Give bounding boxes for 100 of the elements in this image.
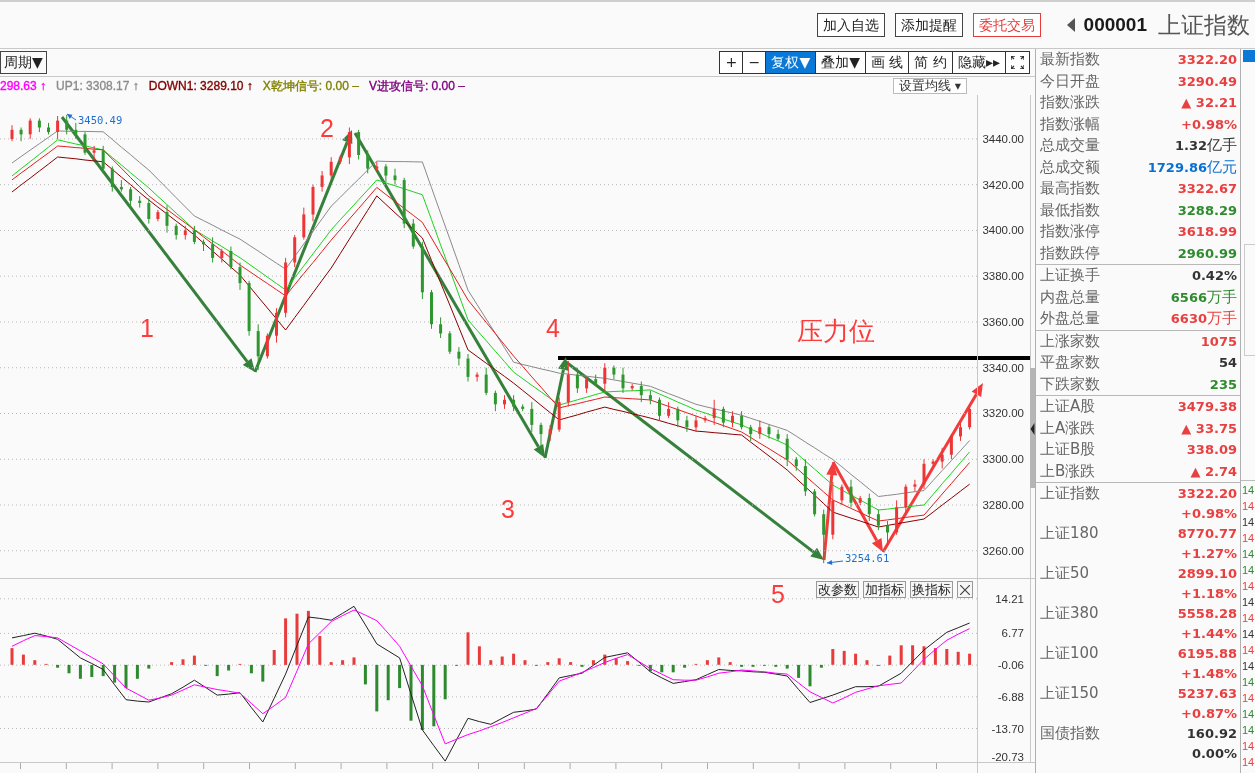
quote-label: 上证B股 bbox=[1040, 440, 1096, 460]
quote-value: 3322.20 bbox=[1177, 52, 1237, 68]
candlestick bbox=[539, 422, 543, 456]
bar bbox=[261, 664, 265, 682]
bar bbox=[683, 664, 687, 668]
quote-value: 1729.86亿元 bbox=[1147, 157, 1237, 177]
indicator-button[interactable]: 换指标 bbox=[910, 581, 953, 598]
bar bbox=[21, 654, 25, 665]
bar bbox=[785, 664, 789, 669]
candlestick bbox=[101, 145, 105, 174]
candlestick bbox=[493, 390, 497, 412]
bar bbox=[363, 664, 367, 685]
wave-number-label: 3 bbox=[501, 495, 515, 523]
wave-number-label: 2 bbox=[320, 114, 334, 142]
quote-label: 上A涨跌 bbox=[1040, 418, 1096, 438]
trade-time-label: 14 bbox=[1241, 739, 1255, 754]
candlestick bbox=[192, 225, 196, 245]
candlestick bbox=[147, 197, 151, 225]
toolbar-button[interactable]: 简 约 bbox=[908, 51, 953, 74]
trade-time-label: 14 bbox=[1241, 515, 1255, 530]
trade-time-label: 14 bbox=[1241, 499, 1255, 514]
candlestick bbox=[229, 246, 233, 270]
candlestick bbox=[867, 493, 871, 522]
quote-value: 0.42% bbox=[1191, 268, 1237, 284]
bar bbox=[33, 660, 37, 665]
bar bbox=[819, 664, 823, 668]
quote-value: 54 bbox=[1218, 355, 1237, 371]
index-value: 5237.63 bbox=[1177, 685, 1237, 701]
toolbar-button[interactable]: 画 线 bbox=[865, 51, 910, 74]
index-change: +1.44% bbox=[1181, 625, 1237, 641]
stock-code: 000001 bbox=[1083, 14, 1147, 36]
index-name: 上证100 bbox=[1040, 643, 1099, 663]
candlestick bbox=[913, 479, 917, 492]
indicator-value: DOWN1: 3289.10 ↑ bbox=[148, 79, 253, 93]
fullscreen-button[interactable] bbox=[1005, 51, 1030, 74]
quote-value: 6566万手 bbox=[1170, 287, 1237, 307]
trade-time-label: 14 bbox=[1241, 579, 1255, 594]
wave-number-label: 4 bbox=[546, 314, 560, 342]
left-arrow-icon[interactable] bbox=[1030, 423, 1035, 435]
toolbar-button[interactable]: − bbox=[742, 51, 767, 74]
index-value: 3322.20 bbox=[1177, 485, 1237, 501]
candlestick bbox=[886, 520, 889, 547]
candlestick bbox=[466, 353, 470, 382]
candlestick bbox=[904, 483, 908, 515]
bar bbox=[67, 664, 71, 674]
axis-label: 3340.00 bbox=[982, 361, 1024, 374]
bar bbox=[420, 664, 424, 730]
quote-label: 今日开盘 bbox=[1040, 71, 1100, 91]
trade-button[interactable]: 委托交易 bbox=[972, 13, 1041, 37]
index-name: 上证150 bbox=[1040, 683, 1099, 703]
candlestick bbox=[83, 131, 87, 156]
bar bbox=[329, 662, 333, 665]
axis-label: 3400.00 bbox=[982, 224, 1024, 237]
index-name: 上证180 bbox=[1040, 523, 1099, 543]
index-value: 6195.88 bbox=[1177, 645, 1237, 661]
axis-label: -13.70 bbox=[991, 722, 1024, 735]
indicator-button[interactable]: 加指标 bbox=[863, 581, 906, 598]
toolbar-button[interactable]: 复权▼ bbox=[765, 51, 817, 74]
resistance-label: 压力位 bbox=[797, 316, 875, 346]
action-button[interactable]: 加入自选 bbox=[816, 13, 885, 37]
candlestick bbox=[439, 316, 443, 339]
quote-label: 下跌家数 bbox=[1040, 374, 1100, 394]
bar bbox=[398, 664, 402, 689]
quote-label: 平盘家数 bbox=[1040, 353, 1100, 373]
bar bbox=[124, 664, 128, 689]
ma-settings-dropdown[interactable]: 设置均线 ▾ bbox=[892, 78, 967, 94]
candlestick bbox=[56, 115, 60, 140]
bar bbox=[671, 664, 675, 673]
axis-label: -20.73 bbox=[991, 751, 1024, 762]
leader-arrow bbox=[826, 559, 844, 565]
candlestick bbox=[685, 415, 689, 433]
toolbar-button[interactable]: 隐藏▸▸ bbox=[951, 51, 1006, 74]
close-button[interactable] bbox=[957, 581, 973, 598]
bar bbox=[512, 653, 516, 665]
bar bbox=[443, 664, 447, 700]
candlestick bbox=[238, 262, 242, 291]
indicator-button[interactable]: 改参数 bbox=[816, 581, 859, 598]
period-dropdown[interactable]: 周期▼ bbox=[0, 51, 47, 74]
toolbar-button[interactable]: + bbox=[719, 51, 744, 74]
left-triangle-icon[interactable] bbox=[1066, 18, 1075, 32]
index-change: 0.00% bbox=[1191, 745, 1237, 761]
scroll-thumb[interactable] bbox=[1030, 368, 1035, 488]
bar bbox=[215, 664, 219, 677]
action-button[interactable]: 添加提醒 bbox=[894, 13, 963, 37]
quote-label: 上证A股 bbox=[1040, 397, 1096, 417]
axis-label: -6.88 bbox=[997, 690, 1024, 703]
candlestick bbox=[366, 149, 370, 174]
index-value: 160.92 bbox=[1186, 725, 1237, 741]
bar bbox=[477, 646, 481, 665]
index-change: +1.27% bbox=[1181, 545, 1237, 561]
candlestick bbox=[876, 509, 880, 531]
trade-time-label: 14 bbox=[1241, 707, 1255, 722]
bar bbox=[933, 648, 937, 665]
toolbar-button[interactable]: 叠加▼ bbox=[815, 51, 867, 74]
bar bbox=[705, 660, 709, 665]
bar bbox=[272, 650, 276, 665]
bar bbox=[318, 636, 322, 665]
index-name: 上证50 bbox=[1040, 563, 1090, 583]
quote-label: 总成交量 bbox=[1040, 136, 1100, 156]
quote-label: 上B涨跌 bbox=[1040, 461, 1096, 481]
